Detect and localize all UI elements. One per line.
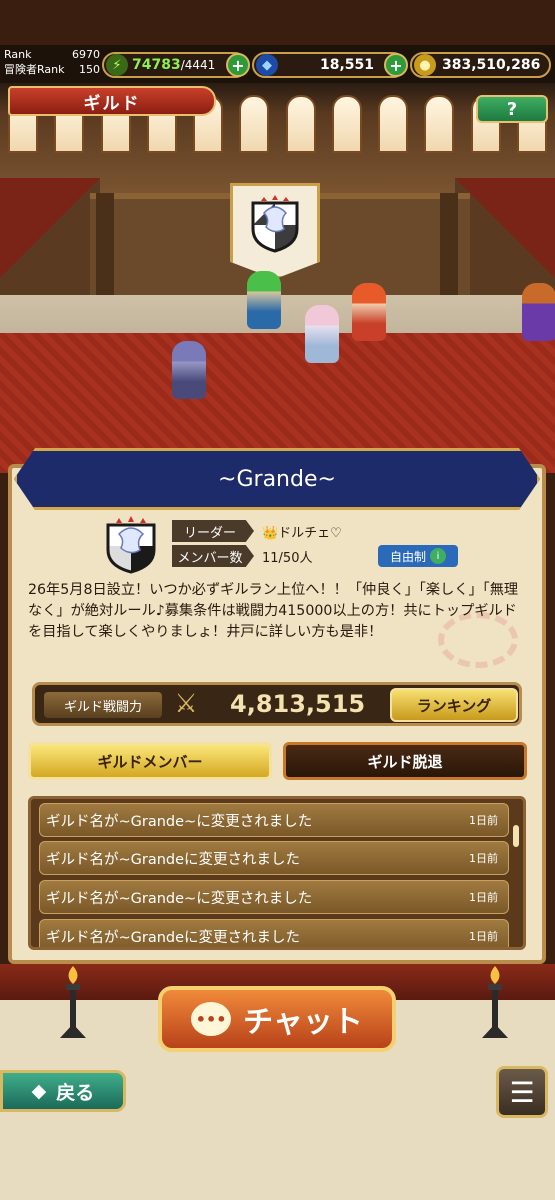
log-text: ギルド名が~Grande~に変更されました	[46, 813, 313, 830]
log-text: ギルド名が~Grandeに変更されました	[46, 929, 301, 946]
crossed-swords-icon: ⚔	[174, 689, 198, 719]
join-policy-label: 自由制	[389, 549, 426, 564]
back-button[interactable]: ◆ 戻る	[0, 1070, 126, 1112]
help-button[interactable]: ?	[476, 95, 548, 123]
hero-sprite-knight[interactable]	[172, 341, 206, 399]
back-label: 戻る	[56, 1081, 95, 1104]
hero-sprite-pink[interactable]	[305, 305, 339, 363]
stamina-current: 74783	[132, 57, 181, 73]
members-count: 11/50人	[262, 550, 313, 566]
members-label: メンバー数	[172, 545, 254, 567]
guild-emblem	[106, 516, 156, 574]
log-time: 1日前	[469, 930, 498, 943]
log-time: 1日前	[469, 891, 498, 904]
chat-button[interactable]: ••• チャット	[158, 986, 396, 1052]
rank-label: Rank	[4, 48, 32, 61]
rank-value: 6970	[72, 48, 100, 61]
stamina-max: /4441	[180, 58, 216, 72]
hamburger-icon: ☰	[509, 1075, 535, 1109]
adventurer-rank-label: 冒険者Rank	[4, 63, 65, 76]
adventurer-rank-value: 150	[79, 63, 100, 76]
join-policy-badge[interactable]: 自由制 i	[378, 545, 458, 567]
log-item: ギルド名が~Grandeに変更されました 1日前	[39, 919, 509, 947]
log-text: ギルド名が~Grande~に変更されました	[46, 890, 313, 907]
gem-counter: ◆ 18,551 +	[252, 52, 408, 78]
add-stamina-button[interactable]: +	[226, 53, 250, 77]
guild-hall-scene	[0, 83, 555, 473]
members-row: メンバー数 11/50人	[172, 544, 312, 568]
info-icon: i	[430, 548, 446, 564]
page-title: ギルド	[8, 86, 216, 116]
leader-label: リーダー	[172, 520, 254, 542]
status-bar: Rank 6970 冒険者Rank 150 ⚡ 74783 /4441 + ◆ 18…	[0, 45, 555, 83]
gold-counter: ● 383,510,286	[410, 52, 551, 78]
leave-guild-button[interactable]: ギルド脱退	[283, 742, 527, 780]
log-scrollbar[interactable]	[513, 825, 519, 847]
log-time: 1日前	[469, 814, 498, 827]
back-arrow-icon: ◆	[31, 1080, 47, 1102]
guild-members-button[interactable]: ギルドメンバー	[28, 742, 272, 780]
leader-row: リーダー 👑ドルチェ♡	[172, 519, 342, 543]
log-text: ギルド名が~Grandeに変更されました	[46, 851, 301, 868]
guild-power-label: ギルド戦闘力	[44, 692, 162, 718]
hero-sprite-fire[interactable]	[352, 283, 386, 341]
guild-power-value: 4,813,515	[230, 690, 366, 718]
gem-icon: ◆	[256, 54, 278, 76]
menu-button[interactable]: ☰	[496, 1066, 548, 1118]
chat-label: チャット	[243, 1005, 363, 1040]
rank-info: Rank 6970 冒険者Rank 150	[4, 47, 100, 81]
leader-name[interactable]: 👑ドルチェ♡	[262, 522, 342, 541]
guild-description: 26年5月8日設立！いつか必ずギルラン上位へ！！「仲良く」「楽しく」「無理なく」…	[28, 582, 519, 640]
ranking-button[interactable]: ランキング	[390, 688, 518, 722]
log-time: 1日前	[469, 852, 498, 865]
add-gems-button[interactable]: +	[384, 53, 408, 77]
guild-name-ribbon: ~Grande~	[14, 448, 540, 510]
log-item: ギルド名が~Grande~に変更されました 1日前	[39, 803, 509, 837]
speech-bubble-icon: •••	[191, 1002, 232, 1036]
guild-emblem-banner	[251, 195, 299, 253]
torch-icon	[482, 966, 508, 1038]
lightning-icon: ⚡	[106, 54, 128, 76]
log-item: ギルド名が~Grandeに変更されました 1日前	[39, 841, 509, 875]
stamina-counter: ⚡ 74783 /4441 +	[102, 52, 250, 78]
gem-value: 18,551	[319, 57, 374, 73]
gold-value: 383,510,286	[442, 57, 541, 73]
hero-sprite-green[interactable]	[247, 271, 281, 329]
torch-icon	[60, 966, 86, 1038]
log-item: ギルド名が~Grande~に変更されました 1日前	[39, 880, 509, 914]
hero-sprite-edge[interactable]	[522, 283, 555, 341]
guild-activity-log[interactable]: ギルド名が~Grande~に変更されました 1日前 ギルド名が~Grandeに変…	[28, 796, 526, 950]
coin-icon: ●	[414, 54, 436, 76]
